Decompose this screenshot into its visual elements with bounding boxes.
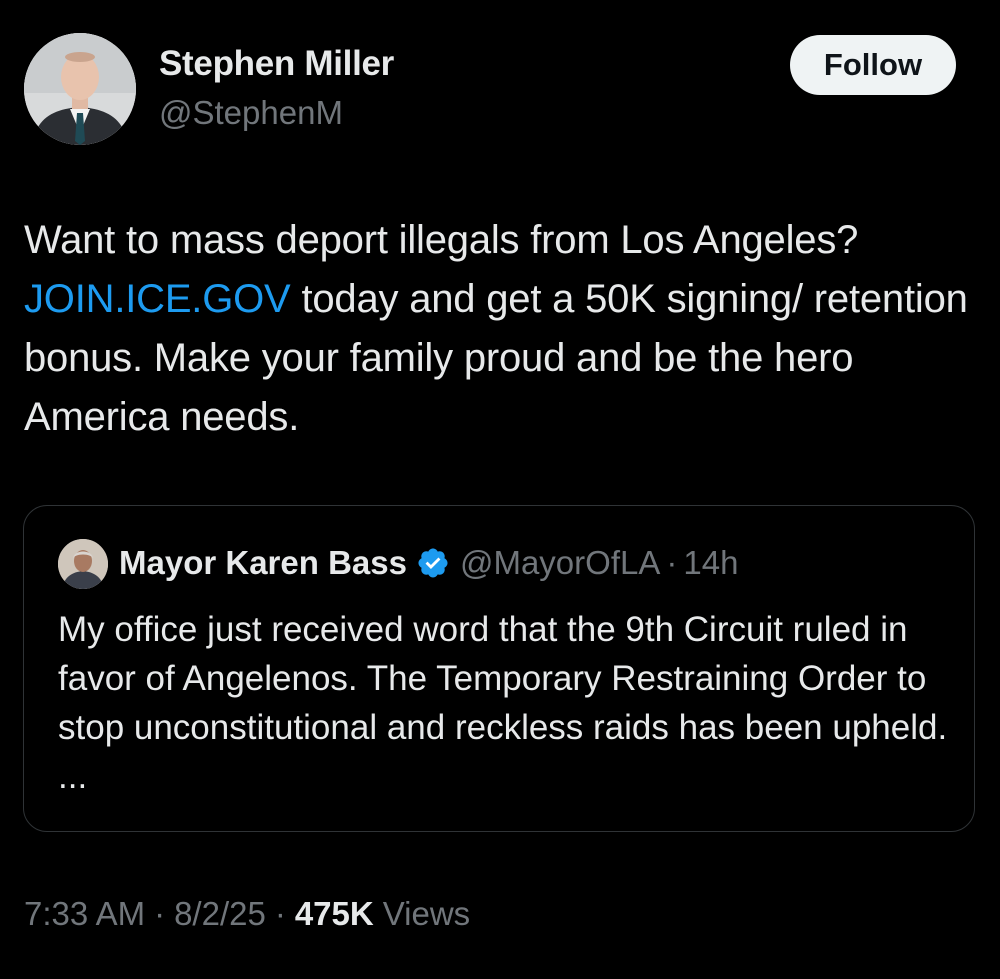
author-handle[interactable]: @StephenM bbox=[159, 94, 343, 132]
quoted-tweet-card[interactable]: Mayor Karen Bass @MayorOfLA · 14h My off… bbox=[23, 505, 975, 832]
quoted-author-handle[interactable]: @MayorOfLA bbox=[460, 544, 660, 582]
views-count: 475K bbox=[294, 895, 374, 932]
person-avatar-icon bbox=[58, 539, 108, 589]
quoted-author-name[interactable]: Mayor Karen Bass bbox=[119, 544, 407, 582]
author-name[interactable]: Stephen Miller bbox=[159, 44, 394, 84]
tweet-text: Want to mass deport illegals from Los An… bbox=[24, 211, 974, 447]
tweet-text-part1: Want to mass deport illegals from Los An… bbox=[24, 218, 859, 262]
quoted-separator: · bbox=[666, 544, 678, 581]
quoted-header: Mayor Karen Bass @MayorOfLA · 14h bbox=[119, 544, 738, 582]
quoted-tweet-text: My office just received word that the 9t… bbox=[58, 610, 948, 796]
post-date[interactable]: 8/2/25 bbox=[174, 895, 266, 933]
quoted-author-avatar[interactable] bbox=[58, 539, 108, 589]
verified-badge-icon bbox=[418, 548, 448, 578]
quoted-timestamp[interactable]: 14h bbox=[683, 544, 738, 582]
views-label: Views bbox=[382, 895, 471, 932]
person-avatar-icon bbox=[24, 33, 136, 145]
follow-button[interactable]: Follow bbox=[790, 35, 956, 95]
meta-separator: · bbox=[274, 895, 286, 932]
author-avatar[interactable] bbox=[24, 33, 136, 145]
tweet-meta: 7:33 AM · 8/2/25 · 475K Views bbox=[24, 895, 470, 933]
post-time[interactable]: 7:33 AM bbox=[24, 895, 145, 933]
tweet-detail: Stephen Miller @StephenM Follow Want to … bbox=[0, 0, 1000, 979]
meta-separator: · bbox=[154, 895, 166, 932]
join-ice-link[interactable]: JOIN.ICE.GOV bbox=[24, 277, 291, 321]
